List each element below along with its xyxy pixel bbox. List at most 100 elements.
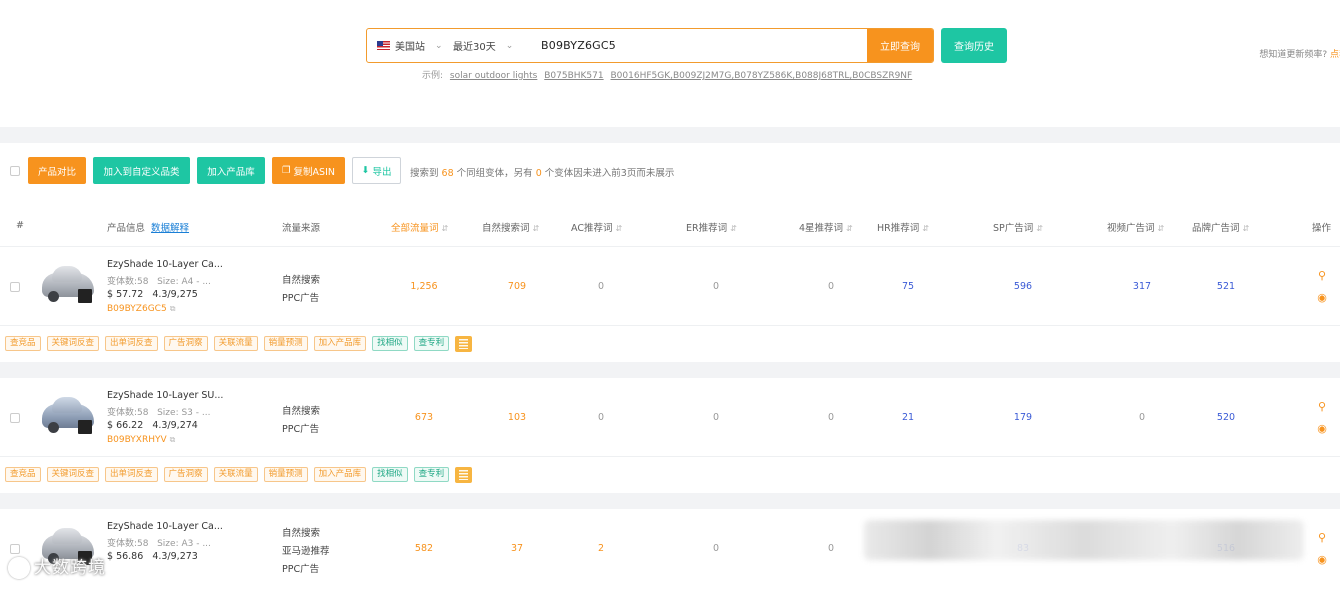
section-divider (0, 127, 1340, 143)
copy-asin-button[interactable]: ❐ 复制ASIN (272, 157, 345, 184)
tag-related-traffic[interactable]: 关联流量 (213, 467, 258, 482)
col-label: HR推荐词 (877, 223, 920, 234)
sort-icon: ⇵ (615, 224, 623, 233)
row-checkbox[interactable] (10, 413, 20, 423)
add-library-button[interactable]: 加入产品库 (197, 157, 265, 184)
sort-icon: ⇵ (532, 224, 540, 233)
col-hr-keywords[interactable]: HR推荐词 ⇵ (877, 220, 929, 234)
data-explain-link[interactable]: 数据解释 (151, 223, 189, 234)
col-label: AC推荐词 (571, 223, 613, 234)
col-er-keywords[interactable]: ER推荐词 ⇵ (686, 220, 737, 234)
col-brand-keywords[interactable]: 品牌广告词 ⇵ (1192, 220, 1249, 234)
tag-order-keyword-reverse[interactable]: 出单词反查 (105, 467, 158, 482)
tag-sales-forecast[interactable]: 销量预测 (263, 336, 308, 351)
tag-patent[interactable]: 查专利 (413, 467, 450, 482)
table-header: # 产品信息 数据解释 流量来源 全部流量词 ⇵ 自然搜索词 ⇵ AC推荐词 ⇵ ER推… (0, 205, 1340, 247)
natural-keywords-value[interactable]: 103 (508, 412, 526, 423)
ac-keywords-value: 0 (597, 412, 605, 423)
site-select[interactable]: 美国站 ⌄ (367, 29, 447, 62)
product-price-rating: $ 57.72 4.3/9,275 (107, 289, 198, 300)
magnifier-icon[interactable]: ⚲ (1316, 270, 1328, 282)
tag-patent[interactable]: 查专利 (413, 336, 450, 351)
all-keywords-value[interactable]: 582 (415, 543, 433, 554)
chevron-down-icon: ⌄ (505, 40, 514, 51)
col-4star-keywords[interactable]: 4星推荐词 ⇵ (799, 220, 853, 234)
magnifier-icon[interactable]: ⚲ (1316, 401, 1328, 413)
ac-keywords-value: 0 (597, 281, 605, 292)
history-button[interactable]: 查询历史 (941, 28, 1007, 63)
query-button[interactable]: 立即查询 (867, 29, 933, 62)
date-range-select[interactable]: 最近30天 ⌄ (447, 29, 527, 62)
tag-keyword-reverse[interactable]: 关键词反查 (46, 336, 100, 351)
col-sp-keywords[interactable]: SP广告词 ⇵ (993, 220, 1043, 234)
product-title[interactable]: EzyShade 10-Layer Ca... (107, 521, 223, 532)
tag-ad-insight[interactable]: 广告洞察 (163, 336, 208, 351)
sp-keywords-value[interactable]: 179 (1014, 412, 1032, 423)
compare-button[interactable]: 产品对比 (28, 157, 86, 184)
product-title[interactable]: EzyShade 10-Layer Ca... (107, 259, 223, 270)
tag-related-traffic[interactable]: 关联流量 (213, 336, 258, 351)
tag-ad-insight[interactable]: 广告洞察 (163, 467, 208, 482)
hr-keywords-value[interactable]: 75 (902, 281, 914, 292)
product-asin[interactable]: B09BYXRHYV ⧉ (107, 435, 175, 445)
export-button[interactable]: ⬇ 导出 (352, 157, 401, 184)
tag-find-similar[interactable]: 找相似 (372, 467, 408, 482)
col-natural-keywords[interactable]: 自然搜索词 ⇵ (482, 220, 539, 234)
calculator-icon[interactable] (455, 467, 473, 483)
col-video-keywords[interactable]: 视频广告词 ⇵ (1107, 220, 1164, 234)
tag-sales-forecast[interactable]: 销量预测 (263, 467, 308, 482)
tag-keyword-reverse[interactable]: 关键词反查 (46, 467, 100, 482)
product-image[interactable] (40, 394, 96, 436)
product-rating: 4.3/9,275 (152, 289, 198, 300)
example-link[interactable]: B075BHK571 (544, 71, 603, 81)
search-input[interactable]: B09BYZ6GC5 (527, 29, 867, 62)
row-checkbox[interactable] (10, 282, 20, 292)
variant-size: Size: A3 - ... (157, 539, 211, 549)
all-keywords-value[interactable]: 673 (415, 412, 433, 423)
sp-keywords-value[interactable]: 596 (1014, 281, 1032, 292)
hr-keywords-value[interactable]: 21 (902, 412, 914, 423)
tag-competitors[interactable]: 查竞品 (5, 336, 41, 351)
location-pin-icon[interactable]: ◉ (1316, 554, 1328, 566)
location-pin-icon[interactable]: ◉ (1316, 423, 1328, 435)
product-variants: 变体数:58 Size: A3 - ... (107, 536, 211, 549)
example-link[interactable]: B0016HF5GK,B009ZJ2M7G,B078YZ586K,B088J68… (610, 71, 912, 81)
summary-count: 0 (535, 168, 542, 179)
natural-keywords-value[interactable]: 709 (508, 281, 526, 292)
col-all-keywords[interactable]: 全部流量词 ⇵ (391, 220, 448, 234)
external-link-icon[interactable]: ⧉ (170, 304, 176, 313)
all-keywords-value[interactable]: 1,256 (410, 281, 437, 292)
er-keywords-value: 0 (712, 543, 720, 554)
update-note-link[interactable]: 点我 (1330, 50, 1340, 60)
col-label: 视频广告词 (1107, 223, 1155, 234)
external-link-icon[interactable]: ⧉ (170, 435, 176, 444)
tag-add-library[interactable]: 加入产品库 (313, 336, 367, 351)
variant-count: 变体数:58 (107, 539, 149, 549)
ac-keywords-value[interactable]: 2 (598, 543, 604, 554)
search-area: 美国站 ⌄ 最近30天 ⌄ B09BYZ6GC5 立即查询 查询历史 示例: s… (0, 0, 1340, 127)
row-gap (0, 493, 1340, 509)
summary-text: 搜索到 (410, 168, 439, 179)
calculator-icon[interactable] (455, 336, 473, 352)
tag-add-library[interactable]: 加入产品库 (313, 467, 367, 482)
select-all-checkbox[interactable] (10, 166, 20, 176)
4star-keywords-value: 0 (827, 412, 835, 423)
location-pin-icon[interactable]: ◉ (1316, 292, 1328, 304)
brand-keywords-value[interactable]: 520 (1217, 412, 1235, 423)
tag-order-keyword-reverse[interactable]: 出单词反查 (105, 336, 158, 351)
example-link[interactable]: solar outdoor lights (450, 71, 537, 81)
product-image[interactable] (40, 263, 96, 305)
add-category-button[interactable]: 加入到自定义品类 (93, 157, 190, 184)
natural-keywords-value[interactable]: 37 (511, 543, 523, 554)
brand-keywords-value[interactable]: 521 (1217, 281, 1235, 292)
tag-find-similar[interactable]: 找相似 (372, 336, 408, 351)
magnifier-icon[interactable]: ⚲ (1316, 532, 1328, 544)
col-ac-keywords[interactable]: AC推荐词 ⇵ (571, 220, 622, 234)
col-label: 品牌广告词 (1192, 223, 1240, 234)
video-keywords-value[interactable]: 317 (1133, 281, 1151, 292)
tag-competitors[interactable]: 查竞品 (5, 467, 41, 482)
product-title[interactable]: EzyShade 10-Layer SU... (107, 390, 223, 401)
update-frequency-note: 想知道更新频率? 点我 (1259, 47, 1340, 60)
product-asin[interactable]: B09BYZ6GC5 ⧉ (107, 304, 175, 314)
row-gap (0, 362, 1340, 378)
